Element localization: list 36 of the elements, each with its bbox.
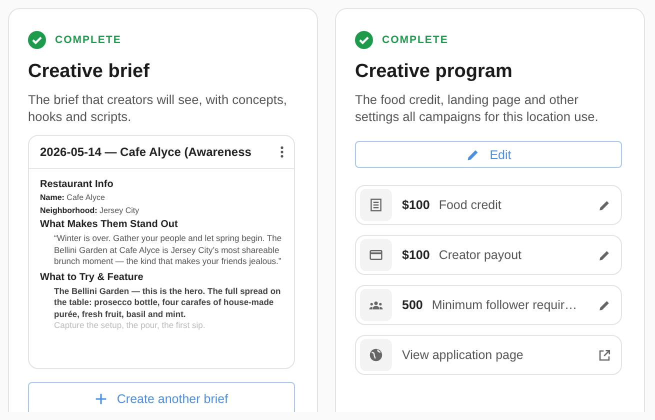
setting-value: 500 <box>402 298 423 312</box>
brief-paragraph: “Winter is over. Gather your people and let spring begin. The Bellini Garden at Cafe Alyce is Jersey City’s most shareable brunch moment — the kind that makes your friends jealous.” <box>54 233 283 268</box>
credit-card-icon <box>369 248 383 262</box>
setting-label: Minimum follower requir… <box>432 298 578 312</box>
card-title: Creative brief <box>28 61 150 83</box>
info-field: Name: Cafe Alyce <box>40 193 283 202</box>
brief-title: 2026-05-14 — Cafe Alyce (Awareness <box>40 145 252 159</box>
setting-row[interactable]: 500 Minimum follower requir… <box>355 285 622 325</box>
status-label: COMPLETE <box>382 34 448 46</box>
status-label: COMPLETE <box>55 34 122 46</box>
info-field: Neighborhood: Jersey City <box>40 206 283 215</box>
external-link-icon[interactable] <box>598 348 611 362</box>
document-icon <box>369 198 383 212</box>
setting-value: $100 <box>402 198 430 212</box>
card-description: The brief that creators will see, with concepts, hooks and scripts. <box>28 91 288 125</box>
section-heading: What to Try & Feature <box>40 272 144 282</box>
link-row[interactable]: View application page <box>355 335 622 375</box>
brief-paragraph: Capture the setup, the pour, the first sip. <box>54 320 206 332</box>
card-title: Creative program <box>355 61 514 83</box>
section-heading: Restaurant Info <box>40 179 114 190</box>
setting-label: Creator payout <box>438 248 522 262</box>
pencil-icon <box>466 148 480 162</box>
card-description: The food credit, landing page and other settings all campaigns for this location use. <box>355 91 600 125</box>
pencil-icon[interactable] <box>598 198 611 212</box>
setting-value: $100 <box>402 248 430 262</box>
pencil-icon[interactable] <box>598 248 611 262</box>
plus-icon <box>94 392 107 404</box>
link-label: View application page <box>402 348 524 362</box>
brief-paragraph: The Bellini Garden — this is the hero. The full spread on the table: prosecco bottle, four carafes of house-made purée, fresh fruit, basil and mint. <box>54 286 282 320</box>
pencil-icon[interactable] <box>598 298 611 312</box>
more-menu-icon[interactable] <box>280 146 284 158</box>
globe-icon <box>369 348 383 362</box>
setting-label: Food credit <box>438 198 502 212</box>
setting-row[interactable]: $100 Food credit <box>355 185 622 225</box>
setting-row[interactable]: $100 Creator payout <box>355 235 622 275</box>
section-heading: What Makes Them Stand Out <box>40 219 179 230</box>
